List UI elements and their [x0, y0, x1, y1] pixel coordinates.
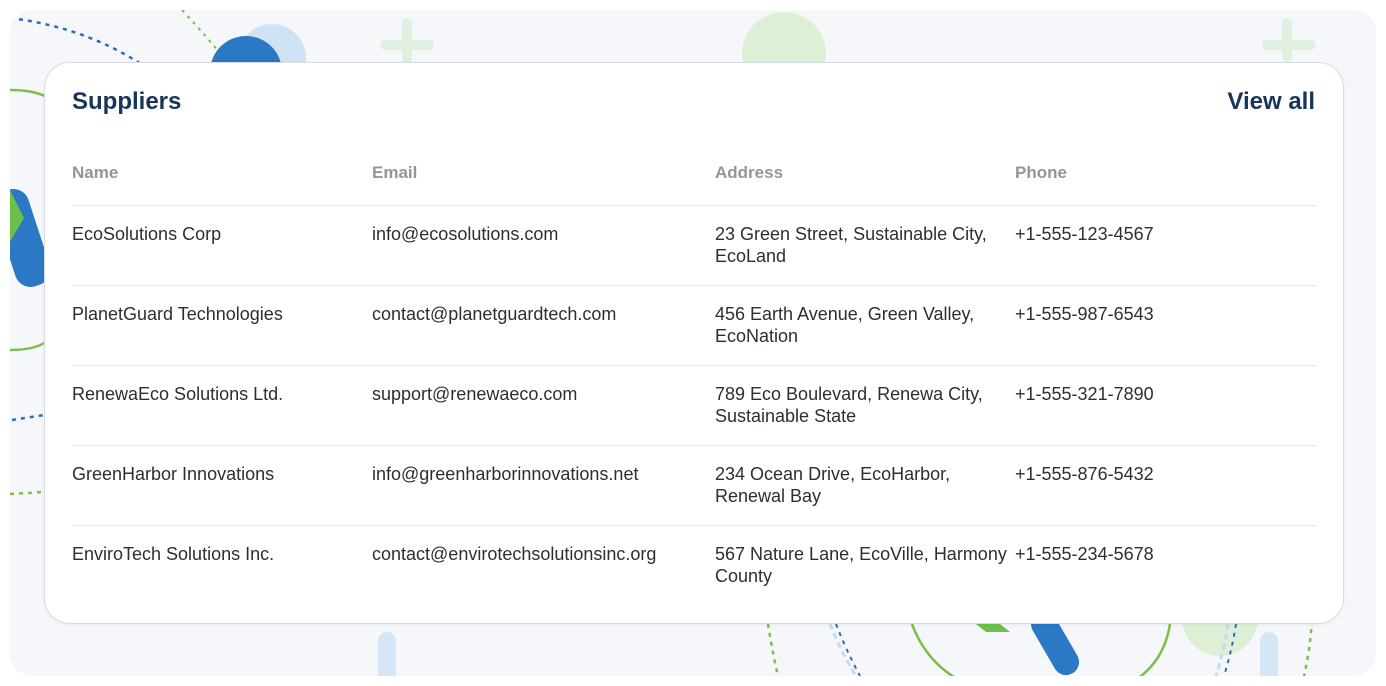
pill-decoration: [1260, 632, 1278, 676]
supplier-name: PlanetGuard Technologies: [72, 285, 372, 366]
supplier-address: 456 Earth Avenue, Green Valley, EcoNatio…: [715, 285, 1015, 366]
table-row[interactable]: PlanetGuard Technologies contact@planetg…: [72, 285, 1317, 366]
supplier-email: info@greenharborinnovations.net: [372, 445, 715, 526]
table-row[interactable]: EnviroTech Solutions Inc. contact@enviro…: [72, 525, 1317, 605]
column-header-name: Name: [72, 153, 372, 206]
dashed-line-decoration: [11, 413, 45, 422]
column-header-email: Email: [372, 153, 715, 206]
plus-decoration: [1262, 40, 1316, 50]
supplier-name: EnviroTech Solutions Inc.: [72, 543, 275, 564]
supplier-phone: +1-555-123-4567: [1015, 205, 1317, 286]
supplier-name: RenewaEco Solutions Ltd.: [72, 365, 372, 446]
column-header-phone: Phone: [1015, 153, 1317, 206]
dashed-line-decoration: [10, 490, 45, 496]
supplier-email: support@renewaeco.com: [372, 365, 715, 446]
supplier-phone: +1-555-876-5432: [1015, 445, 1317, 526]
card-title: Suppliers: [72, 88, 182, 115]
view-all-link[interactable]: View all: [1227, 88, 1315, 116]
column-header-address: Address: [715, 153, 1015, 206]
supplier-phone: +1-555-321-7890: [1015, 365, 1317, 446]
supplier-email: info@ecosolutions.com: [372, 205, 715, 286]
plus-decoration: [380, 40, 434, 50]
supplier-address: 234 Ocean Drive, EcoHarbor, Renewal Bay: [715, 445, 1015, 526]
table-body: EcoSolutions Corp info@ecosolutions.com …: [72, 205, 1317, 605]
dashed-line-decoration: [766, 623, 780, 676]
suppliers-card: Suppliers View all Name Email Address Ph…: [44, 62, 1344, 624]
table-header: Name Email Address Phone: [72, 153, 1317, 206]
supplier-email: contact@planetguardtech.com: [372, 285, 715, 366]
supplier-name: GreenHarbor Innovations: [72, 445, 372, 526]
supplier-address: 23 Green Street, Sustainable City, EcoLa…: [715, 205, 1015, 286]
dashed-line-decoration: [828, 623, 858, 676]
page-background: Suppliers View all Name Email Address Ph…: [10, 10, 1376, 676]
pill-decoration: [378, 632, 396, 676]
leaf-decoration: [976, 624, 1010, 632]
supplier-phone: +1-555-234-5678: [1015, 543, 1154, 564]
table-header-row: Name Email Address Phone: [72, 153, 1317, 206]
dashed-line-decoration: [1302, 619, 1314, 676]
supplier-name: EcoSolutions Corp: [72, 205, 372, 286]
supplier-address: 789 Eco Boulevard, Renewa City, Sustaina…: [715, 365, 1015, 446]
dashed-line-decoration: [835, 623, 861, 676]
supplier-address: 567 Nature Lane, EcoVille, Harmony Count…: [715, 543, 1007, 586]
suppliers-table: Name Email Address Phone EcoSolutions Co…: [72, 153, 1317, 605]
card-header: Suppliers View all: [72, 85, 1315, 119]
supplier-email: contact@envirotechsolutionsinc.org: [372, 543, 657, 564]
table-row[interactable]: EcoSolutions Corp info@ecosolutions.com …: [72, 205, 1317, 286]
table-row[interactable]: RenewaEco Solutions Ltd. support@renewae…: [72, 365, 1317, 446]
table-row[interactable]: GreenHarbor Innovations info@greenharbor…: [72, 445, 1317, 526]
supplier-phone: +1-555-987-6543: [1015, 285, 1317, 366]
